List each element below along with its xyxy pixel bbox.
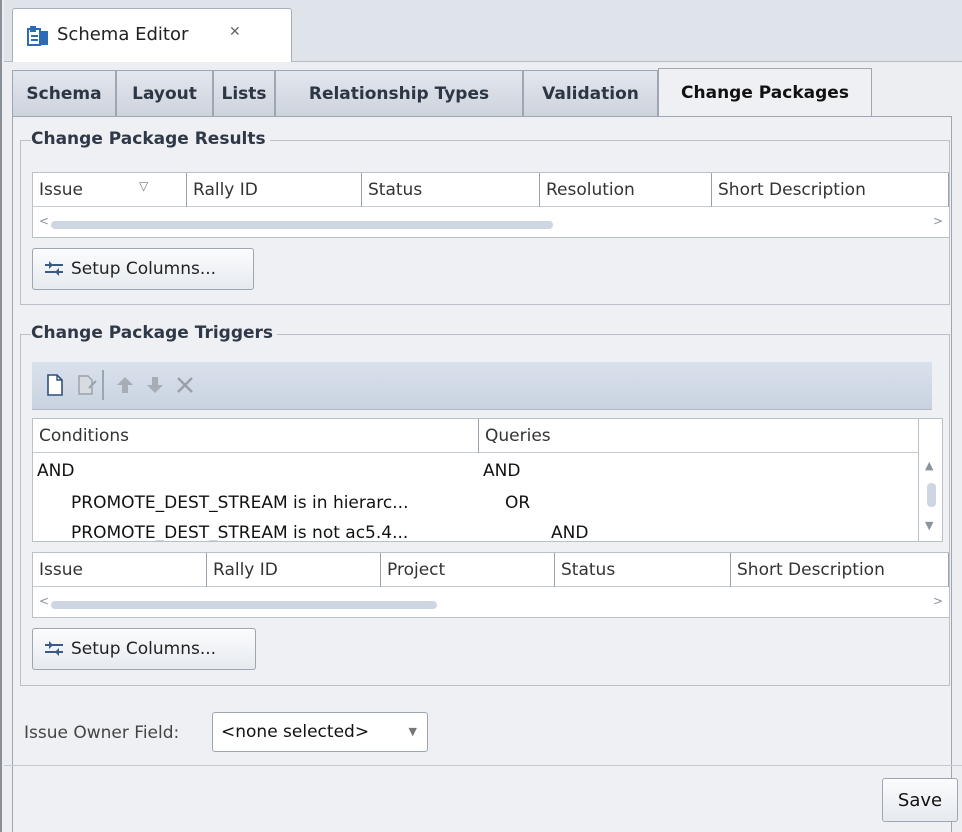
tree-col-queries[interactable]: Queries	[479, 419, 918, 453]
results-hscrollbar[interactable]: < >	[37, 214, 945, 231]
tree-vscrollbar[interactable]: ▲ ▼	[919, 418, 943, 542]
scroll-up-icon[interactable]: ▲	[925, 459, 933, 472]
schema-editor-icon	[27, 26, 48, 46]
scroll-left-icon[interactable]: <	[39, 594, 49, 608]
col-label: Issue	[39, 180, 83, 200]
tab-validation[interactable]: Validation	[523, 70, 658, 116]
triggers-col-status[interactable]: Status	[555, 553, 731, 587]
tree-header: Conditions Queries	[33, 419, 918, 453]
scroll-left-icon[interactable]: <	[39, 214, 49, 228]
triggers-hscrollbar[interactable]: < >	[37, 594, 945, 611]
tree-row-query[interactable]: AND	[551, 523, 588, 541]
results-table[interactable]: Issue ▽ Rally ID Status Resolution Short …	[32, 172, 950, 238]
footer-divider	[4, 765, 962, 766]
setup-columns-icon	[45, 261, 63, 276]
new-icon[interactable]	[42, 372, 68, 398]
move-up-icon[interactable]	[112, 372, 138, 398]
results-col-rally-id[interactable]: Rally ID	[187, 173, 362, 207]
triggers-table[interactable]: Issue Rally ID Project Status Short Desc…	[32, 552, 950, 618]
issue-owner-field-value: <none selected>	[221, 722, 370, 742]
editor-tab-bar: Schema Editor ✕	[4, 0, 962, 62]
results-setup-columns-button[interactable]: Setup Columns...	[32, 248, 254, 290]
editor-window: Schema Editor ✕ Schema Layout Lists Rela…	[0, 0, 962, 832]
tab-schema[interactable]: Schema	[12, 70, 116, 116]
move-down-icon[interactable]	[142, 372, 168, 398]
results-group-title: Change Package Results	[31, 129, 270, 149]
close-icon[interactable]: ✕	[229, 24, 241, 40]
setup-columns-label: Setup Columns...	[71, 639, 217, 659]
triggers-toolbar	[32, 362, 932, 410]
sort-icon: ▽	[139, 179, 149, 193]
setup-columns-label: Setup Columns...	[71, 259, 217, 279]
tree-row-condition[interactable]: PROMOTE_DEST_STREAM is in hierarc...	[71, 493, 408, 513]
tree-row-query[interactable]: OR	[505, 493, 530, 513]
editor-tab-title: Schema Editor	[57, 24, 189, 45]
scroll-thumb[interactable]	[927, 483, 936, 507]
edit-icon[interactable]	[74, 372, 100, 398]
triggers-setup-columns-button[interactable]: Setup Columns...	[32, 628, 256, 670]
triggers-group-title: Change Package Triggers	[31, 323, 278, 343]
chevron-down-icon: ▼	[408, 725, 417, 738]
scroll-down-icon[interactable]: ▼	[925, 519, 933, 532]
results-col-issue[interactable]: Issue ▽	[33, 173, 187, 207]
delete-icon[interactable]	[172, 372, 198, 398]
issue-owner-field-label: Issue Owner Field:	[24, 723, 180, 743]
scroll-right-icon[interactable]: >	[933, 214, 943, 228]
tree-col-conditions[interactable]: Conditions	[33, 419, 479, 453]
triggers-col-issue[interactable]: Issue	[33, 553, 207, 587]
results-col-resolution[interactable]: Resolution	[540, 173, 712, 207]
scroll-thumb[interactable]	[51, 221, 553, 229]
save-button[interactable]: Save	[882, 778, 958, 822]
setup-columns-icon	[45, 641, 63, 656]
results-table-header: Issue ▽ Rally ID Status Resolution Short …	[33, 173, 949, 207]
results-col-status[interactable]: Status	[362, 173, 540, 207]
triggers-tree[interactable]: Conditions Queries AND AND PROMOTE_DEST_…	[32, 418, 919, 542]
toolbar-separator	[102, 370, 104, 400]
triggers-col-project[interactable]: Project	[381, 553, 555, 587]
issue-owner-field-select[interactable]: <none selected> ▼	[212, 712, 428, 752]
scroll-right-icon[interactable]: >	[933, 594, 943, 608]
tab-relationship-types[interactable]: Relationship Types	[275, 70, 523, 116]
schema-editor-tab[interactable]: Schema Editor ✕	[12, 8, 292, 62]
triggers-table-header: Issue Rally ID Project Status Short Desc…	[33, 553, 949, 587]
tab-strip: Schema Layout Lists Relationship Types V…	[12, 68, 962, 116]
tree-row-query[interactable]: AND	[483, 461, 520, 481]
results-col-short-description[interactable]: Short Description	[712, 173, 949, 207]
tab-change-packages[interactable]: Change Packages	[658, 68, 872, 116]
tree-row-condition[interactable]: AND	[37, 461, 74, 481]
scroll-thumb[interactable]	[51, 601, 437, 609]
tree-row-condition[interactable]: PROMOTE_DEST_STREAM is not ac5.4...	[71, 523, 408, 541]
triggers-col-short-description[interactable]: Short Description	[731, 553, 949, 587]
tab-layout[interactable]: Layout	[116, 70, 213, 116]
triggers-col-rally-id[interactable]: Rally ID	[207, 553, 381, 587]
tab-lists[interactable]: Lists	[213, 70, 275, 116]
